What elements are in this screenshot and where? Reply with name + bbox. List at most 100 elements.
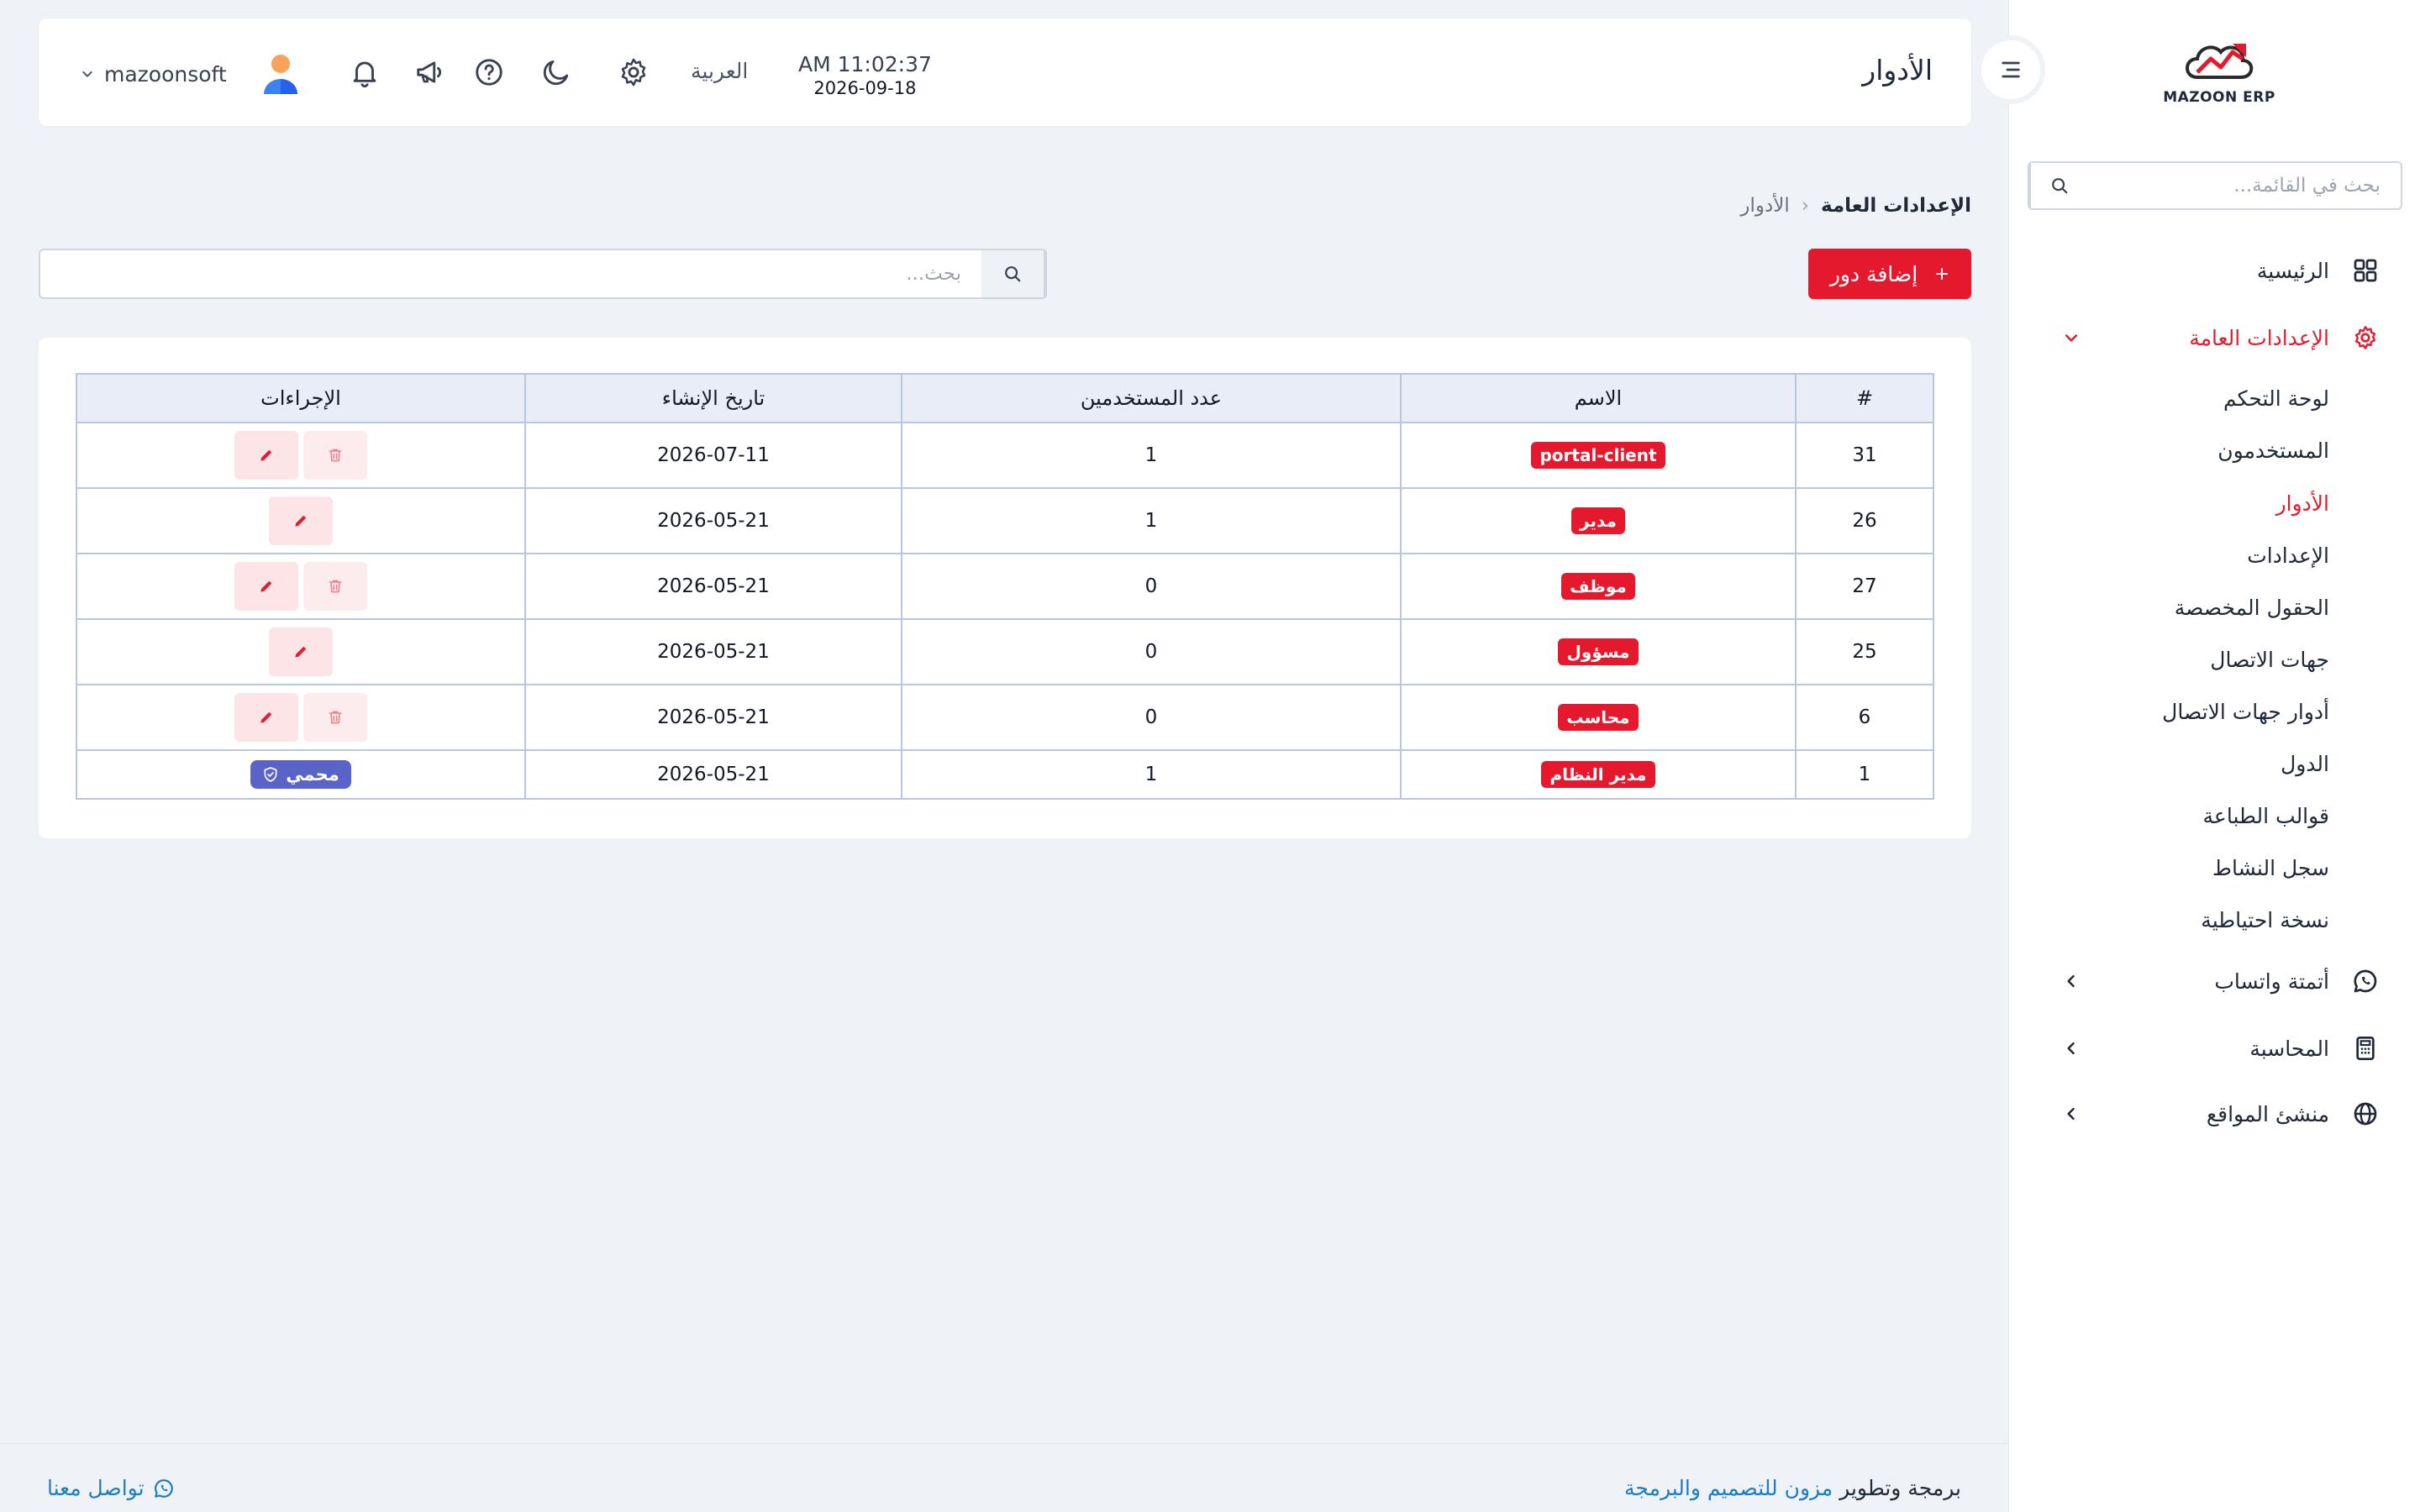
- roles-search: [39, 249, 1047, 299]
- app-logo[interactable]: MAZOON ERP: [2152, 34, 2286, 118]
- delete-button[interactable]: [303, 431, 367, 480]
- cell-actions: [76, 553, 526, 620]
- sidebar-item-whatsapp[interactable]: أتمتة واتساب: [2060, 958, 2381, 1005]
- col-actions-header: الإجراءات: [76, 373, 526, 423]
- roles-table: # الاسم عدد المستخدمين تاريخ الإنشاء الإ…: [76, 373, 1934, 800]
- roles-search-button[interactable]: [981, 250, 1045, 297]
- logo-text: MAZOON ERP: [2163, 89, 2275, 106]
- sidebar-subitem-activity-log[interactable]: سجل النشاط: [2077, 848, 2329, 890]
- user-avatar-icon: [263, 55, 297, 94]
- clock-date: 2026-09-18: [813, 78, 917, 98]
- table-row: 1 مدير النظام 1 2026-05-21 محمي: [76, 749, 1934, 800]
- breadcrumb-parent[interactable]: الإعدادات العامة: [1821, 195, 1971, 217]
- user-menu[interactable]: mazoonsoft: [77, 52, 301, 96]
- cell-name: مدير: [1400, 487, 1797, 554]
- chevron-left-icon: [2060, 1037, 2083, 1060]
- language-switcher[interactable]: العربية: [691, 59, 748, 83]
- role-badge: محاسب: [1558, 704, 1639, 731]
- cell-users: 1: [901, 422, 1402, 489]
- logo-icon: [2186, 44, 2254, 79]
- table-row: 26 مدير 1 2026-05-21: [76, 487, 1934, 554]
- sidebar-subitem-settings[interactable]: الإعدادات: [2077, 535, 2329, 577]
- contact-us-link[interactable]: تواصل معنا: [47, 1476, 175, 1500]
- announcements-button[interactable]: [412, 54, 449, 91]
- footer-credit: برمجة وتطوير مزون للتصميم والبرمجة: [1624, 1476, 1961, 1500]
- search-icon: [1005, 266, 1021, 282]
- trash-icon: [329, 711, 342, 724]
- sidebar-item-label: الإعدادات العامة: [2189, 325, 2329, 350]
- credit-prefix: برمجة وتطوير: [1839, 1476, 1961, 1500]
- top-header: الأدوار AM 11:02:37 2026-09-18 العربية m…: [39, 18, 1971, 126]
- cell-actions: [76, 618, 526, 685]
- sidebar-subitem-users[interactable]: المستخدمون: [2077, 430, 2329, 472]
- add-role-button[interactable]: إضافة دور: [1808, 249, 1971, 299]
- cell-actions: محمي: [76, 749, 526, 800]
- breadcrumb-separator: ›: [1801, 195, 1809, 217]
- sidebar-item-site-builder[interactable]: منشئ المواقع: [2060, 1090, 2381, 1137]
- col-users-header[interactable]: عدد المستخدمين: [901, 373, 1402, 423]
- edit-button[interactable]: [234, 431, 298, 480]
- cell-actions: [76, 487, 526, 554]
- cell-name: portal-client: [1400, 422, 1797, 489]
- sidebar-subitem-contact-roles[interactable]: أدوار جهات الاتصال: [2077, 691, 2329, 733]
- clock: AM 11:02:37 2026-09-18: [798, 52, 932, 98]
- sidebar-item-accounting[interactable]: المحاسبة: [2060, 1025, 2381, 1072]
- trash-icon: [329, 580, 342, 593]
- role-badge: portal-client: [1531, 442, 1665, 469]
- clock-time: AM 11:02:37: [798, 52, 932, 76]
- contact-label: تواصل معنا: [47, 1476, 145, 1500]
- chevron-left-icon: [2060, 969, 2083, 993]
- whatsapp-icon: [154, 1478, 173, 1498]
- delete-button[interactable]: [303, 693, 367, 742]
- cell-id: 1: [1795, 749, 1934, 800]
- sidebar-item-general-settings[interactable]: الإعدادات العامة: [2060, 314, 2381, 361]
- bell-icon: [353, 61, 376, 87]
- edit-button[interactable]: [269, 627, 333, 676]
- cell-id: 25: [1795, 618, 1934, 685]
- sidebar-search: [2028, 161, 2402, 210]
- sidebar-subitem-contacts[interactable]: جهات الاتصال: [2077, 639, 2329, 681]
- cell-name: مدير النظام: [1400, 749, 1797, 800]
- dark-mode-button[interactable]: [538, 54, 575, 91]
- cell-users: 0: [901, 553, 1402, 620]
- sidebar-item-home[interactable]: الرئيسية: [2060, 247, 2381, 294]
- sidebar-subitem-custom-fields[interactable]: الحقول المخصصة: [2077, 587, 2329, 629]
- edit-button[interactable]: [269, 496, 333, 545]
- sidebar-search-button[interactable]: [2029, 163, 2088, 208]
- sidebar-toggle-button[interactable]: [1976, 35, 2045, 104]
- col-created-header[interactable]: تاريخ الإنشاء: [524, 373, 902, 423]
- page-title: الأدوار: [1862, 54, 1933, 87]
- sidebar-search-input[interactable]: [2088, 163, 2401, 208]
- breadcrumb: الإعدادات العامة › الأدوار: [1740, 195, 1971, 217]
- roles-search-input[interactable]: [40, 250, 981, 297]
- chevron-down-icon: [77, 67, 97, 81]
- help-button[interactable]: [471, 54, 508, 91]
- notifications-button[interactable]: [346, 54, 383, 91]
- edit-button[interactable]: [234, 693, 298, 742]
- megaphone-icon: [417, 61, 442, 83]
- sidebar-subitem-backup[interactable]: نسخة احتياطية: [2077, 900, 2329, 942]
- delete-button[interactable]: [303, 562, 367, 611]
- sidebar-subitem-dashboard[interactable]: لوحة التحكم: [2077, 378, 2329, 420]
- cell-users: 1: [901, 487, 1402, 554]
- settings-button[interactable]: [615, 54, 652, 91]
- credit-link[interactable]: مزون للتصميم والبرمجة: [1624, 1476, 1833, 1500]
- sidebar-subitem-countries[interactable]: الدول: [2077, 743, 2329, 785]
- cell-users: 1: [901, 749, 1402, 800]
- col-name-header[interactable]: الاسم: [1400, 373, 1797, 423]
- sidebar-subitem-roles[interactable]: الأدوار: [2077, 483, 2329, 525]
- protected-badge: محمي: [250, 760, 351, 789]
- cell-id: 6: [1795, 684, 1934, 751]
- footer: برمجة وتطوير مزون للتصميم والبرمجة تواصل…: [0, 1443, 2008, 1512]
- cell-users: 0: [901, 684, 1402, 751]
- edit-button[interactable]: [234, 562, 298, 611]
- role-badge: موظف: [1561, 573, 1635, 600]
- role-badge: مدير النظام: [1541, 761, 1655, 788]
- calculator-icon: [2349, 1032, 2381, 1064]
- username: mazoonsoft: [104, 61, 227, 87]
- cell-created: 2026-05-21: [524, 684, 902, 751]
- col-id-header[interactable]: #: [1795, 373, 1934, 423]
- cell-id: 31: [1795, 422, 1934, 489]
- sidebar-subitem-print-templates[interactable]: قوالب الطباعة: [2077, 795, 2329, 837]
- sidebar-item-label: المحاسبة: [2249, 1036, 2329, 1061]
